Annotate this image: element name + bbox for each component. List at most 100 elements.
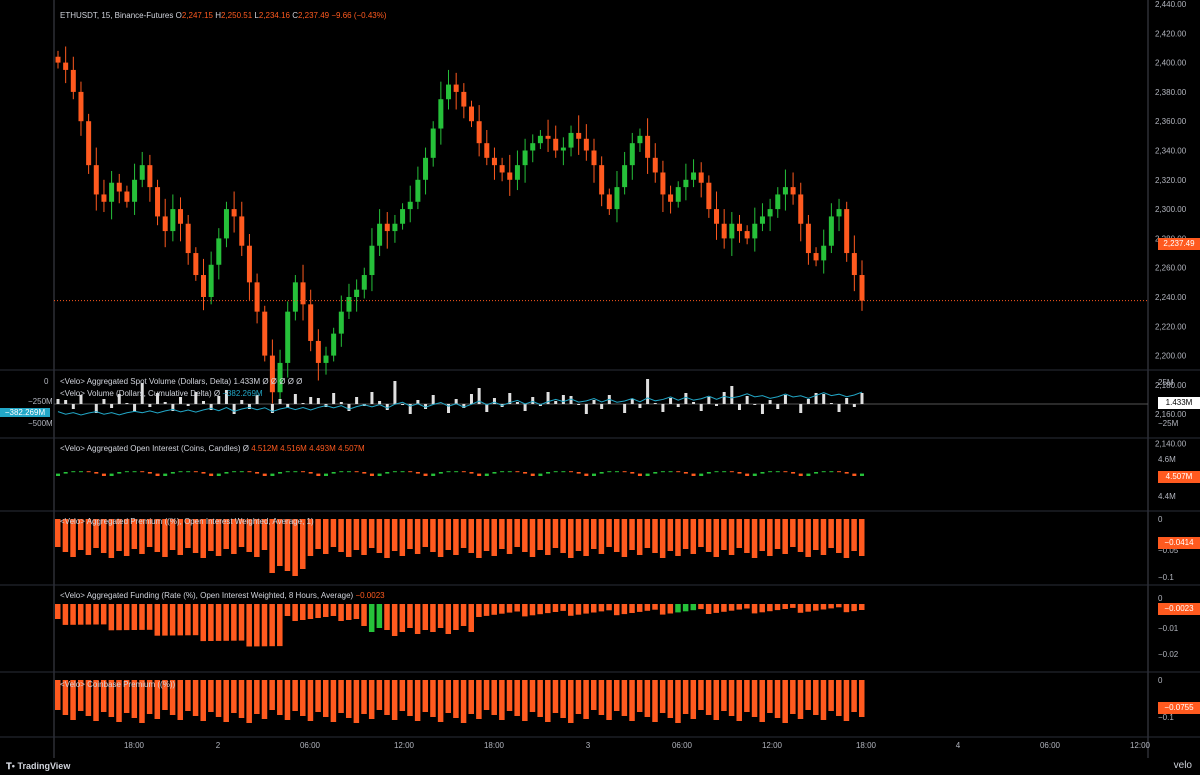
oi-candle (454, 471, 459, 473)
volume-bar (125, 403, 129, 404)
oi-candle (178, 471, 183, 473)
premium-bar (476, 519, 482, 558)
oi-candle (546, 472, 551, 474)
candle-body (851, 253, 857, 276)
funding-bar (55, 604, 61, 619)
oi-candle (660, 471, 665, 473)
cbpremium-bar (330, 680, 337, 722)
time-axis-label: 18:00 (856, 741, 877, 750)
volume-bar (722, 392, 726, 404)
oi-candle (561, 471, 566, 473)
cbpremium-bar (828, 680, 834, 711)
volume-bar (240, 400, 244, 404)
funding-bar (376, 604, 383, 628)
premium-bar (751, 519, 758, 558)
oi-candle (155, 473, 160, 476)
funding-legend[interactable]: <Velo> Aggregated Funding (Rate (%), Ope… (60, 591, 385, 600)
chart-canvas[interactable]: 2,440.00 2,420.00 2,400.00 2,380.00 2,360.00… (0, 0, 1200, 775)
candle-body (269, 355, 275, 393)
cbpremium-bar (522, 680, 528, 721)
oi-tag: 4.507M (1158, 471, 1200, 483)
cbpremium-bar (269, 680, 275, 710)
funding-bar (606, 604, 612, 611)
volume-bar (630, 399, 634, 404)
volume-bar (56, 399, 60, 404)
oi-candle (722, 471, 727, 473)
premium-bar (851, 519, 857, 551)
candle-body (415, 179, 421, 202)
candle-body (55, 56, 61, 63)
cbpremium-bar (376, 680, 383, 710)
candle-body (805, 223, 811, 254)
volume-bar (163, 402, 167, 404)
time-axis-label: 06:00 (300, 741, 321, 750)
right-axis-label: −0.1 (1158, 713, 1174, 722)
volume-bar (316, 398, 320, 404)
cbpremium-bar (767, 680, 773, 713)
premium-bar (698, 519, 704, 547)
oi-candle (829, 471, 834, 473)
chart-stage[interactable]: 2,440.00 2,420.00 2,400.00 2,380.00 2,360.00… (0, 0, 1200, 775)
volume-bar (837, 404, 841, 412)
premium-bar (422, 519, 429, 547)
oi-legend[interactable]: <Velo> Aggregated Open Interest (Coins, … (60, 444, 365, 453)
cbpremium-bar (568, 680, 574, 723)
premium-bar (345, 519, 352, 557)
candle-body (124, 191, 130, 202)
funding-bar (690, 604, 697, 611)
candle-body (606, 194, 612, 210)
cbpremium-legend[interactable]: <Velo> Coinbase Premium ((%)) (60, 680, 175, 689)
volume-bar (332, 393, 336, 404)
cbpremium-bar (790, 680, 796, 714)
volume-bar (232, 404, 236, 414)
candle-body (155, 187, 161, 217)
oi-candle (423, 473, 428, 476)
funding-bar (652, 604, 658, 610)
funding-bar (468, 604, 474, 632)
cbpremium-bar (422, 680, 429, 712)
oi-candle (392, 471, 397, 473)
funding-bar (575, 604, 582, 615)
right-axis-label: 4.4M (1158, 492, 1176, 501)
oi-candle (791, 472, 796, 474)
funding-bar (522, 604, 528, 617)
premium-bar (506, 519, 513, 554)
premium-bar (636, 519, 643, 555)
volume-bar (661, 404, 665, 412)
oi-candle (270, 473, 275, 476)
funding-bar (185, 604, 191, 636)
right-axis-label: 4.6M (1158, 455, 1176, 464)
cum-delta-legend[interactable]: <Velo> Volume (Dollars, Cumulative Delta… (60, 389, 263, 398)
premium-bar (828, 519, 834, 548)
right-axis-label: −0.02 (1158, 650, 1179, 659)
premium-bar (330, 519, 337, 547)
funding-bar (131, 604, 138, 630)
volume-bar (760, 404, 764, 414)
oi-candle (78, 471, 83, 473)
oi-title: <Velo> Aggregated Open Interest (Coins, … (60, 444, 250, 453)
premium-bar (437, 519, 444, 557)
premium-legend[interactable]: <Velo> Aggregated Premium ((%), Open Int… (60, 517, 314, 526)
candle-body (377, 223, 383, 246)
cbpremium-bar (529, 680, 536, 712)
premium-bar (552, 519, 559, 548)
funding-bar (261, 604, 268, 647)
premium-bar (820, 519, 827, 555)
funding-bar (284, 604, 291, 616)
spot-volume-legend[interactable]: <Velo> Aggregated Spot Volume (Dollars, … (60, 377, 302, 386)
cbpremium-bar (805, 680, 811, 710)
candle-body (499, 165, 505, 173)
symbol-name[interactable]: ETHUSDT, 15, Binance-Futures (60, 11, 173, 20)
funding-bar (169, 604, 176, 636)
candle-body (591, 150, 597, 166)
tradingview-logo[interactable]: 𝐓• TradingView (6, 761, 70, 772)
candle-body (729, 223, 735, 239)
funding-bar (476, 604, 482, 617)
right-axis-label: 0 (1158, 676, 1163, 685)
funding-bar (659, 604, 666, 615)
candle-body (553, 138, 559, 151)
funding-bar (636, 604, 643, 612)
oi-candle (530, 473, 535, 476)
funding-bar (300, 604, 306, 620)
volume-bar (64, 400, 68, 404)
